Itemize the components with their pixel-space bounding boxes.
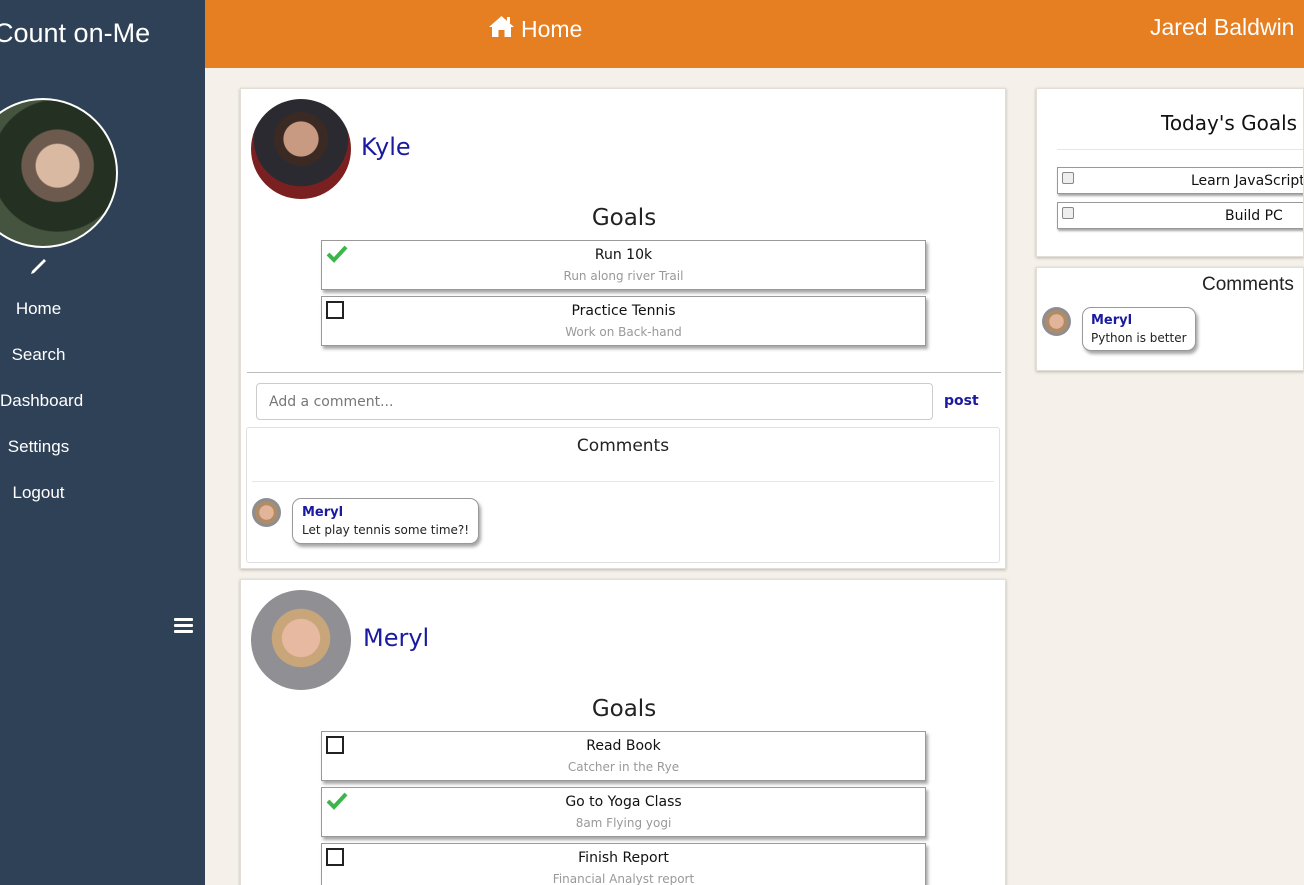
goal-title: Run 10k bbox=[594, 247, 653, 263]
comment-text: Python is better bbox=[1091, 331, 1187, 345]
comment-bubble: Meryl Let play tennis some time?! bbox=[292, 498, 480, 544]
divider bbox=[247, 372, 1001, 373]
goal-item[interactable]: Run 10k Run along river Trail bbox=[321, 240, 926, 290]
sidebar-item-settings[interactable]: Settings bbox=[0, 430, 77, 476]
today-goal-item[interactable]: Build PC bbox=[1057, 202, 1303, 229]
today-goal-item[interactable]: Learn JavaScript bbox=[1057, 167, 1304, 194]
current-user-name[interactable]: Jared Baldwin bbox=[1150, 14, 1294, 41]
comments-heading: Comments bbox=[576, 436, 670, 456]
today-goal-label: Learn JavaScript bbox=[1191, 173, 1304, 189]
user-avatar[interactable] bbox=[251, 590, 351, 690]
divider bbox=[1057, 149, 1303, 150]
page-title: Home bbox=[521, 15, 583, 42]
comment-bubble: Meryl Python is better bbox=[1082, 307, 1196, 351]
goals-heading: Goals bbox=[591, 205, 657, 231]
todays-goals-panel: Today's Goals Learn JavaScript Build PC bbox=[1036, 88, 1304, 257]
goal-subtitle: Catcher in the Rye bbox=[567, 760, 680, 774]
menu-toggle-icon[interactable] bbox=[174, 618, 193, 634]
goals-heading: Goals bbox=[591, 696, 657, 722]
comment-avatar[interactable] bbox=[1042, 307, 1071, 336]
sidebar-item-logout[interactable]: Logout bbox=[0, 476, 77, 522]
comments-heading: Comments bbox=[1202, 274, 1294, 295]
user-avatar[interactable] bbox=[251, 99, 351, 199]
card-user-name[interactable]: Meryl bbox=[363, 624, 429, 652]
home-icon bbox=[488, 14, 515, 44]
sidebar-item-home[interactable]: Home bbox=[0, 292, 77, 338]
profile-avatar[interactable] bbox=[0, 98, 118, 248]
today-goal-label: Build PC bbox=[1225, 208, 1283, 224]
post-comment-button[interactable]: post bbox=[944, 393, 979, 409]
checkbox-icon[interactable] bbox=[1062, 207, 1074, 219]
top-bar: Home Jared Baldwin bbox=[205, 0, 1304, 68]
goal-title: Read Book bbox=[586, 738, 661, 754]
goal-item[interactable]: Read Book Catcher in the Rye bbox=[321, 731, 926, 781]
divider bbox=[252, 481, 994, 482]
right-comments-panel: Comments Meryl Python is better bbox=[1036, 267, 1304, 371]
goal-item[interactable]: Practice Tennis Work on Back-hand bbox=[321, 296, 926, 346]
goal-subtitle: 8am Flying yogi bbox=[575, 816, 672, 830]
sidebar-item-dashboard[interactable]: Dashboard bbox=[0, 384, 83, 430]
comment-author[interactable]: Meryl bbox=[302, 505, 469, 520]
goal-subtitle: Work on Back-hand bbox=[565, 325, 682, 339]
card-user-name[interactable]: Kyle bbox=[361, 133, 411, 161]
todays-goals-heading: Today's Goals bbox=[1161, 111, 1298, 135]
top-home-link[interactable]: Home bbox=[488, 14, 582, 44]
comment-input[interactable] bbox=[256, 383, 933, 420]
goal-subtitle: Financial Analyst report bbox=[552, 872, 695, 885]
edit-profile-icon[interactable] bbox=[29, 258, 47, 276]
sidebar-nav: Home Search Dashboard Settings Logout bbox=[0, 292, 83, 522]
feed-card-kyle: Kyle Goals Run 10k Run along river Trail… bbox=[240, 88, 1006, 569]
comment-author[interactable]: Meryl bbox=[1091, 313, 1187, 328]
feed-card-meryl: Meryl Goals Read Book Catcher in the Rye… bbox=[240, 579, 1006, 885]
app-brand[interactable]: Count on-Me bbox=[0, 18, 150, 49]
comment-avatar[interactable] bbox=[252, 498, 281, 527]
comments-section: Comments Meryl Let play tennis some time… bbox=[246, 427, 1000, 563]
goal-title: Go to Yoga Class bbox=[565, 794, 682, 810]
goal-title: Practice Tennis bbox=[571, 303, 676, 319]
comment-text: Let play tennis some time?! bbox=[302, 523, 470, 537]
sidebar: Count on-Me Home Search Dashboard Settin… bbox=[0, 0, 205, 885]
goal-item[interactable]: Finish Report Financial Analyst report bbox=[321, 843, 926, 885]
goal-subtitle: Run along river Trail bbox=[563, 269, 684, 283]
sidebar-item-search[interactable]: Search bbox=[0, 338, 77, 384]
checkbox-icon[interactable] bbox=[1062, 172, 1074, 184]
goal-item[interactable]: Go to Yoga Class 8am Flying yogi bbox=[321, 787, 926, 837]
goal-title: Finish Report bbox=[578, 850, 669, 866]
